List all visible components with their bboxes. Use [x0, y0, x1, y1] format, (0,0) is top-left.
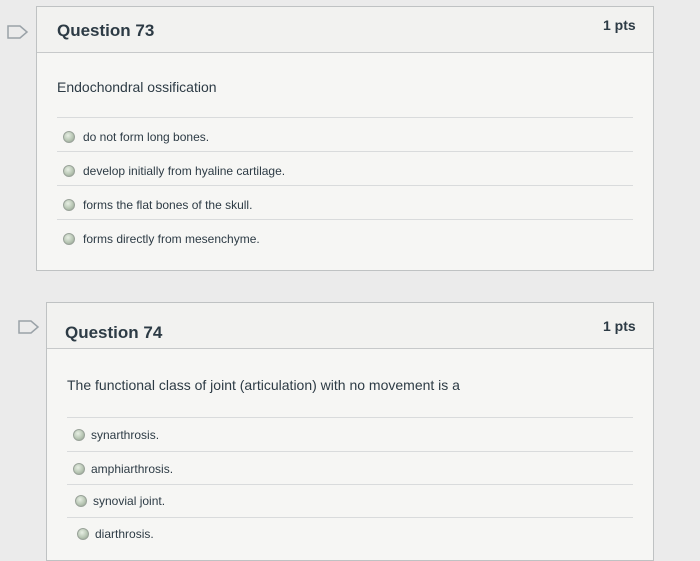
answer-label: do not form long bones. [83, 130, 210, 144]
question-card-74: Question 74 1 pts The functional class o… [46, 302, 654, 561]
radio-button[interactable] [73, 429, 85, 441]
question-card-73: Question 73 1 pts Endochondral ossificat… [36, 6, 654, 271]
radio-button[interactable] [77, 528, 89, 540]
answer-label: synarthrosis. [91, 428, 160, 442]
answer-label: diarthrosis. [95, 527, 154, 541]
radio-button[interactable] [75, 495, 87, 507]
radio-button[interactable] [63, 165, 75, 177]
answer-option[interactable]: do not form long bones. [57, 117, 633, 151]
answer-option[interactable]: amphiarthrosis. [67, 451, 633, 485]
answer-option[interactable]: diarthrosis. [67, 517, 633, 551]
question-prompt: The functional class of joint (articulat… [67, 377, 460, 393]
radio-button[interactable] [73, 463, 85, 475]
answer-label: develop initially from hyaline cartilage… [83, 164, 286, 178]
radio-button[interactable] [63, 199, 75, 211]
answer-option[interactable]: synovial joint. [67, 484, 633, 518]
radio-button[interactable] [63, 131, 75, 143]
answer-option[interactable]: forms the flat bones of the skull. [57, 185, 633, 219]
question-header: Question 73 1 pts [37, 7, 653, 53]
answer-option[interactable]: forms directly from mesenchyme. [57, 219, 633, 253]
question-header: Question 74 1 pts [47, 303, 653, 349]
answer-label: synovial joint. [93, 494, 166, 508]
answer-option[interactable]: synarthrosis. [67, 417, 633, 451]
flag-question-icon[interactable] [7, 25, 29, 39]
question-points: 1 pts [603, 17, 636, 33]
question-prompt: Endochondral ossification [57, 79, 217, 95]
question-title: Question 74 [65, 323, 163, 342]
flag-question-icon[interactable] [18, 320, 40, 334]
answer-label: forms directly from mesenchyme. [83, 232, 260, 246]
question-points: 1 pts [603, 318, 636, 334]
radio-button[interactable] [63, 233, 75, 245]
answer-label: amphiarthrosis. [91, 462, 174, 476]
answer-label: forms the flat bones of the skull. [83, 198, 253, 212]
question-title: Question 73 [57, 21, 155, 40]
answer-option[interactable]: develop initially from hyaline cartilage… [57, 151, 633, 185]
